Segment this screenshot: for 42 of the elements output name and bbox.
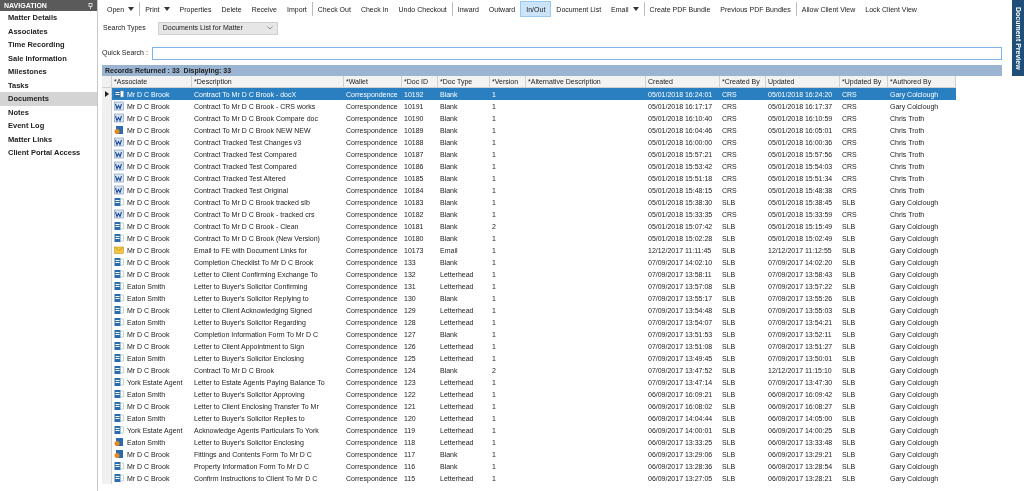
document-icon — [114, 473, 124, 483]
word-document-icon — [114, 185, 124, 195]
word-document-icon — [114, 161, 124, 171]
word-document-icon — [114, 137, 124, 147]
document-icon — [114, 293, 124, 303]
document-icon — [114, 281, 124, 291]
document-icon — [114, 401, 124, 411]
chevron-down-icon — [266, 26, 273, 30]
document-badge-icon — [114, 125, 124, 135]
document-icon — [114, 353, 124, 363]
pin-icon[interactable] — [88, 2, 93, 9]
caret-icon — [163, 7, 170, 11]
document-icon — [114, 269, 124, 279]
document-icon — [114, 377, 124, 387]
word-document-icon — [114, 113, 124, 123]
envelope-icon — [114, 245, 124, 255]
document-icon — [114, 329, 124, 339]
document-icon — [114, 365, 124, 375]
row-header-corner — [102, 76, 112, 88]
document-icon — [114, 317, 124, 327]
document-icon — [114, 257, 124, 267]
document-icon — [114, 233, 124, 243]
document-icon — [114, 389, 124, 399]
document-icon — [114, 461, 124, 471]
word-document-icon — [114, 101, 124, 111]
document-badge-icon — [114, 449, 124, 459]
document-icon — [114, 425, 124, 435]
document-icon — [114, 221, 124, 231]
row-selector[interactable] — [102, 88, 112, 100]
caret-icon — [128, 7, 135, 11]
document-icon — [114, 197, 124, 207]
quick-search-field[interactable] — [151, 47, 1002, 60]
document-badge-icon — [114, 437, 124, 447]
document-icon — [114, 89, 124, 99]
document-icon — [114, 413, 124, 423]
word-document-icon — [114, 173, 124, 183]
document-icon — [114, 305, 124, 315]
document-icon — [114, 341, 124, 351]
word-document-icon — [114, 149, 124, 159]
current-row-icon — [104, 91, 109, 97]
word-document-icon — [114, 209, 124, 219]
caret-icon — [632, 7, 639, 11]
